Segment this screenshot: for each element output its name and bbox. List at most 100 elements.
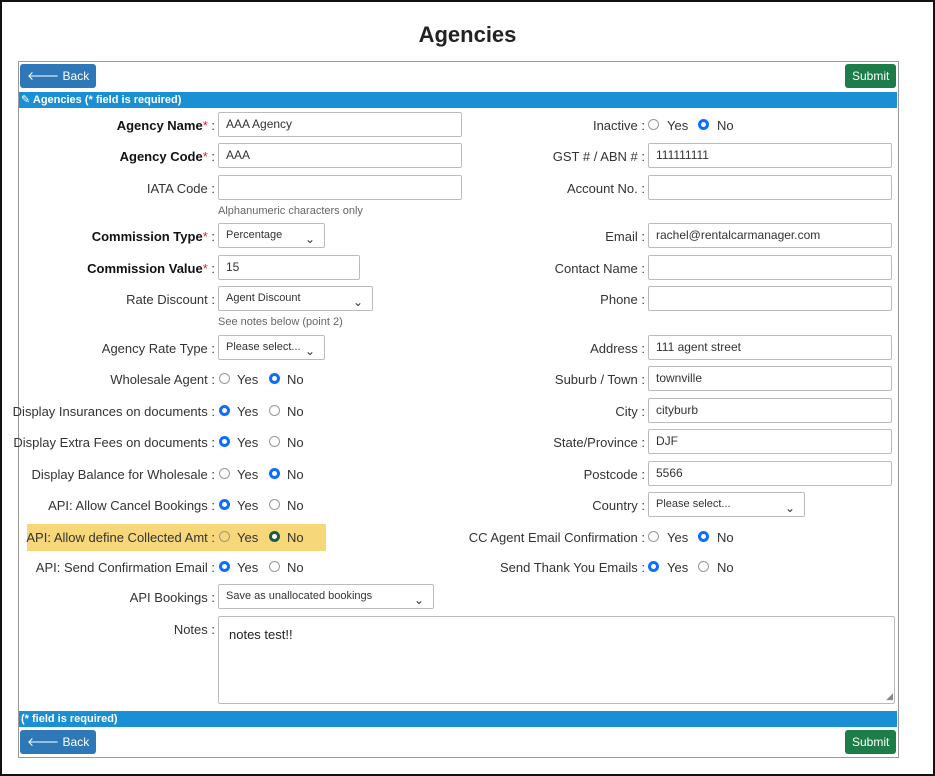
radio-no-label: No bbox=[717, 530, 734, 545]
wholesale-agent-label: Wholesale Agent : bbox=[110, 372, 215, 387]
radio-no-label: No bbox=[287, 435, 304, 450]
submit-button-top[interactable]: Submit bbox=[845, 64, 897, 88]
back-button-bottom[interactable]: 🡐 Back bbox=[20, 730, 97, 754]
api-send-confirmation-no-radio[interactable] bbox=[269, 561, 280, 572]
form-header-bar: ✎ Agencies (* field is required) bbox=[19, 92, 897, 108]
agency-code-label: Agency Code* : bbox=[119, 149, 215, 164]
radio-yes-label: Yes bbox=[667, 560, 689, 575]
agency-rate-type-label: Agency Rate Type : bbox=[101, 341, 215, 356]
rate-discount-select[interactable]: Agent Discount ⌄ bbox=[218, 286, 373, 311]
display-balance-no-radio[interactable] bbox=[269, 468, 280, 479]
display-insurances-yes-radio[interactable] bbox=[219, 405, 230, 416]
commission-value-input[interactable]: 15 bbox=[218, 255, 360, 280]
api-allow-define-no-radio[interactable] bbox=[269, 531, 280, 542]
chevron-down-icon: ⌄ bbox=[413, 593, 424, 607]
arrow-left-icon: 🡐 bbox=[27, 69, 60, 83]
display-insurances-no-radio[interactable] bbox=[269, 405, 280, 416]
agency-name-label: Agency Name* : bbox=[116, 118, 215, 133]
iata-code-label: IATA Code : bbox=[146, 181, 215, 196]
back-button-top[interactable]: 🡐 Back bbox=[20, 64, 97, 88]
display-extra-fees-yes-radio[interactable] bbox=[219, 436, 230, 447]
cc-agent-email-label: CC Agent Email Confirmation : bbox=[468, 530, 645, 545]
radio-yes-label: Yes bbox=[237, 435, 259, 450]
contact-name-input[interactable] bbox=[648, 255, 892, 280]
postcode-input[interactable]: 5566 bbox=[648, 461, 892, 486]
radio-yes-label: Yes bbox=[237, 467, 259, 482]
api-bookings-label: API Bookings : bbox=[129, 590, 215, 605]
agency-rate-type-select[interactable]: Please select... ⌄ bbox=[218, 335, 325, 360]
radio-yes-label: Yes bbox=[237, 372, 259, 387]
form-footer-bar: (* field is required) bbox=[19, 711, 897, 727]
suburb-input[interactable]: townville bbox=[648, 366, 892, 391]
chevron-down-icon: ⌄ bbox=[784, 501, 795, 515]
agency-code-input[interactable]: AAA bbox=[218, 143, 462, 168]
commission-value-label: Commission Value* : bbox=[87, 261, 215, 276]
country-label: Country : bbox=[592, 498, 645, 513]
display-extra-fees-no-radio[interactable] bbox=[269, 436, 280, 447]
display-balance-yes-radio[interactable] bbox=[219, 468, 230, 479]
submit-button-bottom[interactable]: Submit bbox=[845, 730, 897, 754]
phone-label: Phone : bbox=[600, 292, 645, 307]
radio-yes-label: Yes bbox=[237, 560, 259, 575]
send-thank-you-label: Send Thank You Emails : bbox=[499, 560, 645, 575]
radio-no-label: No bbox=[717, 560, 734, 575]
send-thank-you-yes-radio[interactable] bbox=[648, 561, 659, 572]
resize-grip-icon: ◢ bbox=[886, 691, 893, 701]
api-send-confirmation-label: API: Send Confirmation Email : bbox=[35, 560, 215, 575]
radio-yes-label: Yes bbox=[237, 404, 259, 419]
display-insurances-label: Display Insurances on documents : bbox=[12, 404, 215, 419]
radio-no-label: No bbox=[287, 372, 304, 387]
state-input[interactable]: DJF bbox=[648, 429, 892, 454]
cc-agent-email-yes-radio[interactable] bbox=[648, 531, 659, 542]
cc-agent-email-no-radio[interactable] bbox=[698, 531, 709, 542]
iata-code-hint: Alphanumeric characters only bbox=[218, 205, 363, 217]
commission-type-label: Commission Type* : bbox=[91, 229, 215, 244]
display-extra-fees-label: Display Extra Fees on documents : bbox=[13, 435, 215, 450]
postcode-label: Postcode : bbox=[583, 467, 645, 482]
inactive-no-radio[interactable] bbox=[698, 119, 709, 130]
rate-discount-label: Rate Discount : bbox=[126, 292, 215, 307]
address-label: Address : bbox=[590, 341, 645, 356]
chevron-down-icon: ⌄ bbox=[304, 344, 315, 358]
country-select[interactable]: Please select... ⌄ bbox=[648, 492, 805, 517]
radio-yes-label: Yes bbox=[237, 498, 259, 513]
account-no-label: Account No. : bbox=[566, 181, 645, 196]
state-label: State/Province : bbox=[553, 435, 645, 450]
radio-no-label: No bbox=[287, 560, 304, 575]
agency-name-input[interactable]: AAA Agency bbox=[218, 112, 462, 137]
radio-no-label: No bbox=[287, 498, 304, 513]
account-no-input[interactable] bbox=[648, 175, 892, 200]
commission-type-select[interactable]: Percentage ⌄ bbox=[218, 223, 325, 248]
rate-discount-hint: See notes below (point 2) bbox=[218, 316, 343, 328]
city-input[interactable]: cityburb bbox=[648, 398, 892, 423]
radio-no-label: No bbox=[717, 118, 734, 133]
api-bookings-select[interactable]: Save as unallocated bookings ⌄ bbox=[218, 584, 434, 609]
notes-textarea[interactable]: notes test!! ◢ bbox=[218, 616, 895, 704]
api-allow-define-label: API: Allow define Collected Amt : bbox=[26, 530, 215, 545]
radio-yes-label: Yes bbox=[237, 530, 259, 545]
api-send-confirmation-yes-radio[interactable] bbox=[219, 561, 230, 572]
api-allow-define-yes-radio[interactable] bbox=[219, 531, 230, 542]
inactive-label: Inactive : bbox=[592, 118, 645, 133]
address-input[interactable]: 111 agent street bbox=[648, 335, 892, 360]
iata-code-input[interactable] bbox=[218, 175, 462, 200]
gst-label: GST # / ABN # : bbox=[552, 149, 645, 164]
wholesale-agent-no-radio[interactable] bbox=[269, 373, 280, 384]
inactive-yes-radio[interactable] bbox=[648, 119, 659, 130]
radio-yes-label: Yes bbox=[667, 530, 689, 545]
gst-input[interactable]: 111111111 bbox=[648, 143, 892, 168]
api-allow-cancel-no-radio[interactable] bbox=[269, 499, 280, 510]
notes-label: Notes : bbox=[173, 622, 215, 637]
email-label: Email : bbox=[605, 229, 645, 244]
display-balance-label: Display Balance for Wholesale : bbox=[31, 467, 215, 482]
wholesale-agent-yes-radio[interactable] bbox=[219, 373, 230, 384]
send-thank-you-no-radio[interactable] bbox=[698, 561, 709, 572]
arrow-left-icon: 🡐 bbox=[27, 735, 60, 749]
email-input[interactable]: rachel@rentalcarmanager.com bbox=[648, 223, 892, 248]
contact-name-label: Contact Name : bbox=[554, 261, 645, 276]
radio-no-label: No bbox=[287, 404, 304, 419]
radio-no-label: No bbox=[287, 530, 304, 545]
phone-input[interactable] bbox=[648, 286, 892, 311]
chevron-down-icon: ⌄ bbox=[352, 295, 363, 309]
api-allow-cancel-yes-radio[interactable] bbox=[219, 499, 230, 510]
